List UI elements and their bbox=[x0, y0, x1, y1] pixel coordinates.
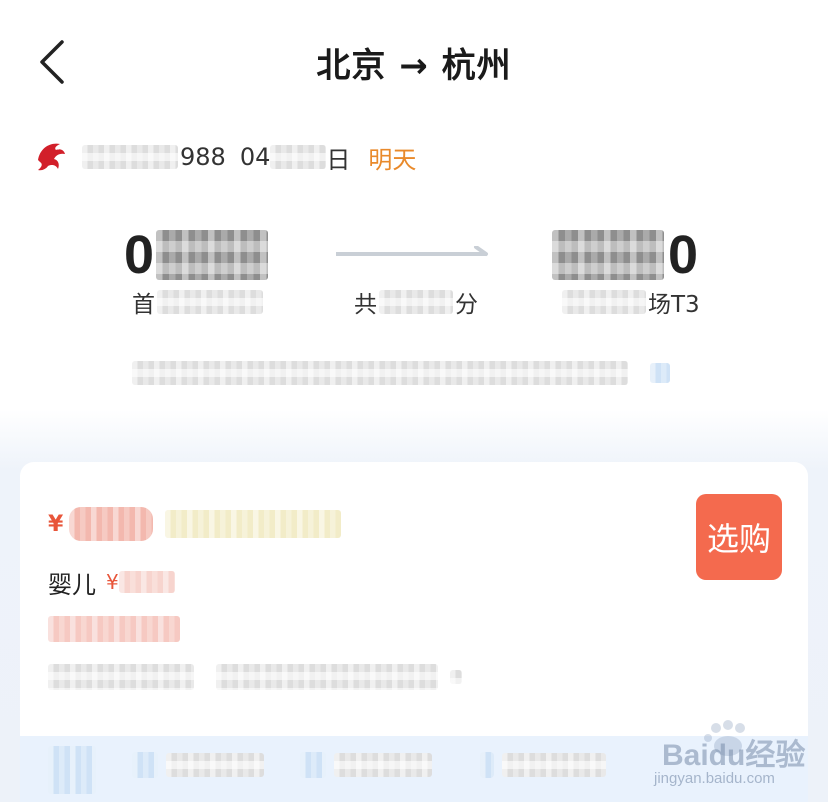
currency-symbol: ¥ bbox=[48, 511, 64, 537]
airline-logo-icon bbox=[34, 138, 68, 174]
blurred-arrival-time bbox=[552, 230, 664, 280]
blurred-service-tag-text bbox=[502, 753, 606, 777]
blurred-infant-price bbox=[118, 571, 175, 593]
flight-number-partial: 988 bbox=[180, 143, 226, 171]
infant-currency-symbol: ¥ bbox=[106, 570, 119, 594]
buy-button[interactable]: 选购 bbox=[696, 494, 782, 580]
service-tag-4 bbox=[480, 752, 606, 778]
blurred-notice bbox=[132, 361, 628, 385]
blurred-departure-airport bbox=[157, 290, 263, 314]
infant-label: 婴儿 bbox=[48, 570, 96, 599]
flight-detail-page: 北京 → 杭州 988 04 日 明天 0 0 首 共 分 场T3 ¥ 选购 婴… bbox=[0, 0, 828, 802]
cabin-rule-row bbox=[48, 616, 180, 646]
date-suffix: 日 bbox=[326, 145, 351, 174]
blurred-date bbox=[270, 145, 327, 169]
arrival-time: 0 bbox=[552, 222, 698, 288]
departure-time-partial: 0 bbox=[124, 225, 155, 285]
service-tag-1 bbox=[48, 746, 96, 794]
blurred-service-tag-text bbox=[166, 753, 264, 777]
duration-prefix: 共 bbox=[354, 292, 377, 318]
chevron-right-icon bbox=[450, 670, 462, 684]
service-tag-icon bbox=[480, 752, 494, 778]
blurred-cabin-rule bbox=[48, 616, 180, 642]
departure-time: 0 bbox=[124, 222, 269, 288]
duration-suffix: 分 bbox=[455, 292, 478, 318]
departure-airport-partial: 首 bbox=[132, 292, 155, 318]
page-title: 北京 → 杭州 bbox=[316, 46, 512, 86]
baggage-info-row[interactable] bbox=[48, 664, 462, 690]
watermark-url: jingyan.baidu.com bbox=[654, 770, 775, 787]
blurred-price bbox=[69, 507, 154, 541]
departure-airport: 首 bbox=[132, 284, 263, 320]
day-tag: 明天 bbox=[368, 145, 417, 174]
blurred-flight-number bbox=[82, 145, 178, 169]
blurred-arrival-airport bbox=[562, 290, 646, 314]
blurred-duration bbox=[379, 290, 453, 314]
flight-notice-line bbox=[132, 358, 670, 388]
watermark-brand: Baidu经验 bbox=[662, 739, 806, 772]
blurred-baggage-info bbox=[48, 664, 194, 690]
service-tag-3 bbox=[300, 752, 432, 778]
infant-price-row: 婴儿 ¥ bbox=[48, 564, 175, 600]
blurred-discount-tag bbox=[165, 510, 342, 538]
service-badge-icon bbox=[48, 746, 96, 794]
service-tag-icon bbox=[132, 752, 158, 778]
price-row: ¥ bbox=[48, 504, 342, 544]
blurred-departure-time bbox=[156, 230, 269, 280]
blurred-refund-info bbox=[216, 664, 438, 690]
info-icon[interactable] bbox=[650, 363, 670, 383]
arrival-time-partial: 0 bbox=[668, 225, 699, 285]
arrival-airport: 场T3 bbox=[562, 284, 700, 320]
service-tag-2 bbox=[132, 752, 264, 778]
blurred-service-tag-text bbox=[334, 753, 432, 777]
arrival-airport-partial: 场T3 bbox=[648, 292, 700, 318]
arrow-right-icon bbox=[336, 246, 488, 256]
service-tag-icon bbox=[300, 752, 326, 778]
date-partial: 04 bbox=[239, 143, 271, 171]
flight-info-line: 988 04 日 明天 bbox=[82, 140, 416, 174]
flight-duration: 共 分 bbox=[354, 284, 478, 320]
